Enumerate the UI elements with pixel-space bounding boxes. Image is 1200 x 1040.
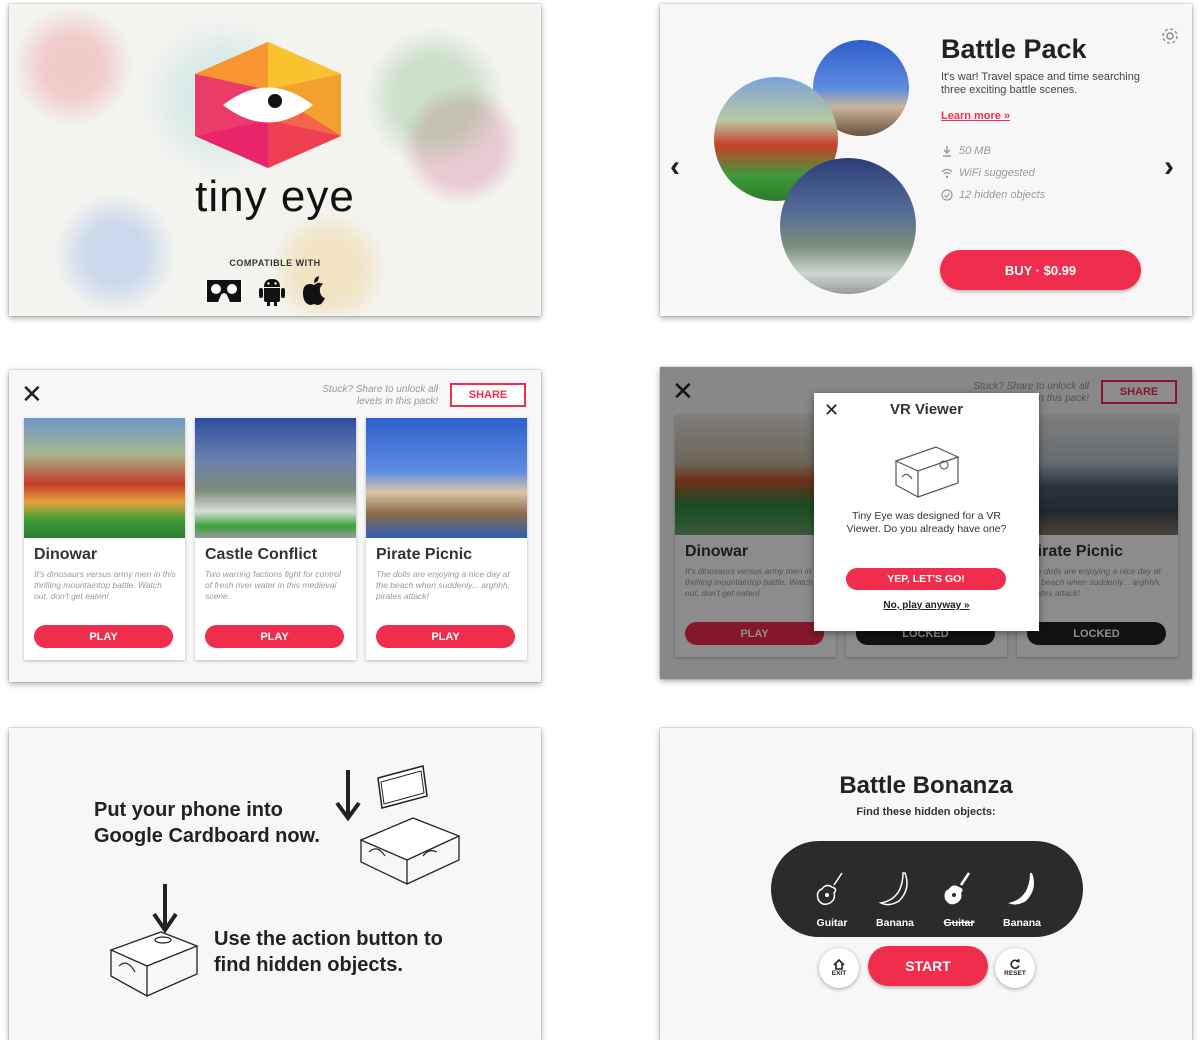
close-icon[interactable]: ✕ — [21, 381, 43, 407]
exit-label: EXIT — [831, 970, 847, 977]
wifi-row: WiFi suggested — [941, 167, 1035, 179]
level-description: Two warring factions fight for control o… — [205, 569, 341, 601]
refresh-icon — [1010, 959, 1020, 970]
level-card-dinowar[interactable]: Dinowar It's dinosaurs versus army men i… — [24, 418, 185, 660]
pack-detail-screen: ‹ › Battle Pack It's war! Travel space a… — [660, 4, 1192, 316]
modal-message: Tiny Eye was designed for a VR Viewer. D… — [846, 510, 1007, 535]
objects-row: 12 hidden objects — [941, 189, 1045, 201]
action-button-illustration — [109, 884, 199, 998]
game-start-screen: Battle Bonanza Find these hidden objects… — [660, 728, 1192, 1040]
scene-thumb-castle — [780, 158, 916, 294]
wifi-icon — [941, 168, 953, 179]
hidden-object: Guitar — [802, 869, 862, 929]
guitar-icon — [944, 872, 971, 905]
level-title: Castle Conflict — [205, 546, 318, 563]
pack-description: It's war! Travel space and time searchin… — [941, 71, 1140, 96]
prev-pack-arrow[interactable]: ‹ — [670, 150, 680, 184]
reset-button[interactable]: RESET — [995, 948, 1035, 988]
vr-dialog-screen: ✕ Stuck? Share to unlock all levels in t… — [660, 367, 1192, 679]
platform-icons — [205, 276, 327, 306]
pack-size-row: 50 MB — [941, 145, 991, 157]
level-title: Pirate Picnic — [376, 546, 473, 563]
reset-label: RESET — [1004, 970, 1026, 977]
object-label: Guitar — [816, 917, 848, 929]
play-button[interactable]: PLAY — [205, 625, 344, 648]
pack-title: Battle Pack — [941, 34, 1087, 64]
level-image — [24, 418, 185, 538]
step2-text: Use the action button to find hidden obj… — [214, 928, 443, 976]
banana-icon — [878, 872, 908, 906]
hidden-objects-count: 12 hidden objects — [959, 189, 1046, 201]
splash-screen: tiny eye COMPATIBLE WITH — [9, 4, 541, 316]
step1-text: Put your phone into Google Cardboard now… — [94, 799, 320, 847]
check-circle-icon — [941, 189, 953, 201]
wifi-note: WiFi suggested — [959, 167, 1035, 179]
learn-more-link[interactable]: Learn more » — [941, 110, 1010, 122]
guitar-icon — [816, 872, 843, 906]
object-label: Banana — [876, 917, 914, 929]
app-name: tiny eye — [195, 172, 355, 221]
banana-icon — [1008, 873, 1034, 905]
tiny-eye-logo — [195, 42, 341, 168]
hidden-object: Banana — [865, 869, 925, 929]
next-pack-arrow[interactable]: › — [1164, 150, 1174, 184]
object-label: Guitar — [943, 917, 975, 929]
level-title: Dinowar — [34, 546, 98, 563]
object-label: Banana — [1003, 917, 1041, 929]
level-card-pirate[interactable]: Pirate Picnic The dolls are enjoying a n… — [366, 418, 527, 660]
modal-title: VR Viewer — [889, 401, 964, 418]
vr-viewer-modal: ✕ VR Viewer Tiny Eye was designed for a … — [814, 393, 1039, 631]
level-image — [195, 418, 356, 538]
level-description: The dolls are enjoying a nice day at the… — [376, 569, 511, 601]
level-image — [366, 418, 527, 538]
find-objects-label: Find these hidden objects: — [856, 806, 996, 818]
instructions-screen: Put your phone into Google Cardboard now… — [9, 728, 541, 1040]
yes-lets-go-button[interactable]: YEP, LET'S GO! — [846, 568, 1006, 590]
insert-phone-illustration — [335, 765, 461, 886]
stuck-share-text: Stuck? Share to unlock all levels in thi… — [322, 384, 438, 407]
play-button[interactable]: PLAY — [376, 625, 515, 648]
hidden-object-found: Guitar — [929, 869, 989, 929]
hidden-objects-panel: Guitar Banana Guitar Banana — [771, 841, 1083, 937]
buy-button[interactable]: BUY · $0.99 — [940, 250, 1141, 290]
vr-viewer-icon — [894, 446, 960, 499]
apple-icon — [303, 276, 325, 305]
level-select-screen: ✕ Stuck? Share to unlock all levels in t… — [9, 370, 541, 682]
android-icon — [259, 279, 285, 306]
start-button[interactable]: START — [868, 946, 988, 986]
scene-title: Battle Bonanza — [839, 772, 1013, 799]
settings-gear-icon[interactable] — [1160, 26, 1180, 46]
share-button[interactable]: SHARE — [450, 383, 526, 407]
play-button[interactable]: PLAY — [34, 625, 173, 648]
cardboard-icon — [207, 280, 241, 302]
download-icon — [943, 146, 951, 157]
exit-button[interactable]: EXIT — [819, 948, 859, 988]
pack-size: 50 MB — [959, 145, 991, 157]
level-card-castle[interactable]: Castle Conflict Two warring factions fig… — [195, 418, 356, 660]
play-anyway-link[interactable]: No, play anyway » — [814, 600, 1039, 611]
level-description: It's dinosaurs versus army men in this t… — [34, 569, 176, 601]
home-icon — [833, 959, 845, 970]
hidden-object-found: Banana — [992, 869, 1052, 929]
compatible-label: COMPATIBLE WITH — [229, 258, 321, 268]
